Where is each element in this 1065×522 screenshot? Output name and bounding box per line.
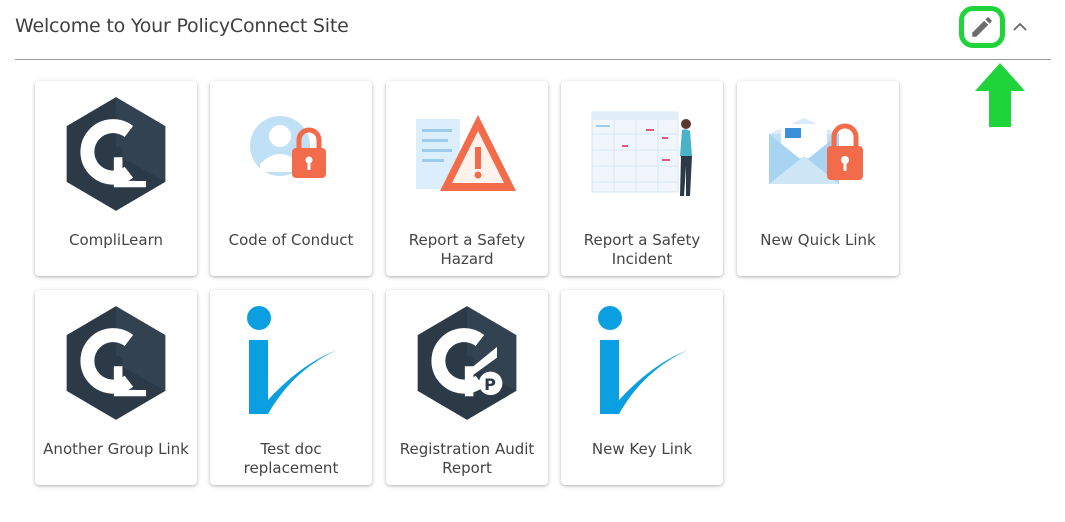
tile-label: Report a Safety Incident (583, 231, 701, 268)
svg-text:L: L (134, 373, 146, 394)
complilearn-logo-icon: L (66, 96, 166, 211)
up-arrow-indicator (975, 63, 1025, 127)
tile-report-safety-incident[interactable]: Report a Safety Incident (561, 81, 723, 276)
policyconnect-tick-icon (247, 305, 337, 414)
tile-label: Report a Safety Hazard (408, 231, 526, 268)
user-lock-icon (250, 115, 326, 178)
tile-new-quick-link[interactable]: New Quick Link (737, 81, 899, 276)
edit-button[interactable] (962, 9, 1002, 45)
tile-label: New Key Link (591, 440, 693, 458)
incident-report-icon (591, 111, 692, 196)
complilearn-logo-icon: L (66, 305, 166, 420)
tile-code-of-conduct[interactable]: Code of Conduct (210, 81, 372, 276)
tile-report-safety-hazard[interactable]: Report a Safety Hazard (386, 81, 548, 276)
warning-hazard-icon (416, 114, 516, 191)
tile-label: Code of Conduct (228, 231, 354, 249)
envelope-lock-icon (769, 117, 863, 184)
section-header: Welcome to Your PolicyConnect Site (15, 0, 1051, 60)
section-title: Welcome to Your PolicyConnect Site (15, 15, 349, 37)
chevron-up-icon (1013, 22, 1027, 31)
tile-label: CompliLearn (68, 231, 164, 249)
svg-text:P: P (484, 374, 496, 393)
svg-text:L: L (134, 164, 146, 185)
tile-registration-audit-report[interactable]: P Registration Audit Report (386, 290, 548, 485)
tile-test-doc-replacement[interactable]: Test doc replacement (210, 290, 372, 485)
tile-label: Registration Audit Report (399, 440, 535, 477)
collapse-button[interactable] (1010, 16, 1030, 38)
tile-label: Another Group Link (43, 440, 189, 458)
policyconnect-tick-icon (598, 305, 688, 414)
compliprep-logo-icon: P (417, 305, 517, 420)
pencil-icon (972, 17, 992, 37)
tile-label: New Quick Link (760, 231, 876, 249)
tile-complilearn[interactable]: L CompliLearn (35, 81, 197, 276)
tile-new-key-link[interactable]: New Key Link (561, 290, 723, 485)
tile-another-group-link[interactable]: L Another Group Link (35, 290, 197, 485)
tile-label: Test doc replacement (243, 440, 339, 477)
